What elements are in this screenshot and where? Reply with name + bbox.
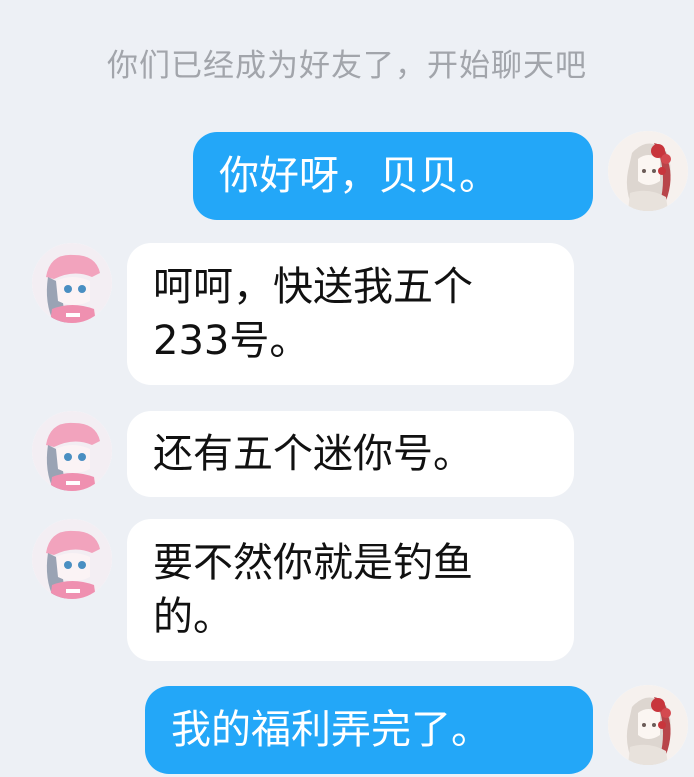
- chat-screen: 你们已经成为好友了，开始聊天吧 你好呀，贝贝。 呵呵，快送我五个233号。 还有…: [0, 0, 694, 777]
- red-flower-girl-avatar-icon: [608, 131, 688, 211]
- other-avatar[interactable]: [32, 243, 112, 323]
- message-bubble-self[interactable]: 我的福利弄完了。: [145, 686, 593, 774]
- pink-cap-girl-avatar-icon: [32, 243, 112, 323]
- message-bubble-other[interactable]: 要不然你就是钓鱼的。: [127, 519, 574, 661]
- self-avatar[interactable]: [608, 685, 688, 765]
- self-avatar[interactable]: [608, 131, 688, 211]
- other-avatar[interactable]: [32, 519, 112, 599]
- system-notice: 你们已经成为好友了，开始聊天吧: [107, 48, 587, 84]
- pink-cap-girl-avatar-icon: [32, 411, 112, 491]
- pink-cap-girl-avatar-icon: [32, 519, 112, 599]
- message-bubble-other[interactable]: 还有五个迷你号。: [127, 411, 574, 497]
- other-avatar[interactable]: [32, 411, 112, 491]
- message-bubble-self[interactable]: 你好呀，贝贝。: [193, 132, 593, 220]
- red-flower-girl-avatar-icon: [608, 685, 688, 765]
- message-bubble-other[interactable]: 呵呵，快送我五个233号。: [127, 243, 574, 385]
